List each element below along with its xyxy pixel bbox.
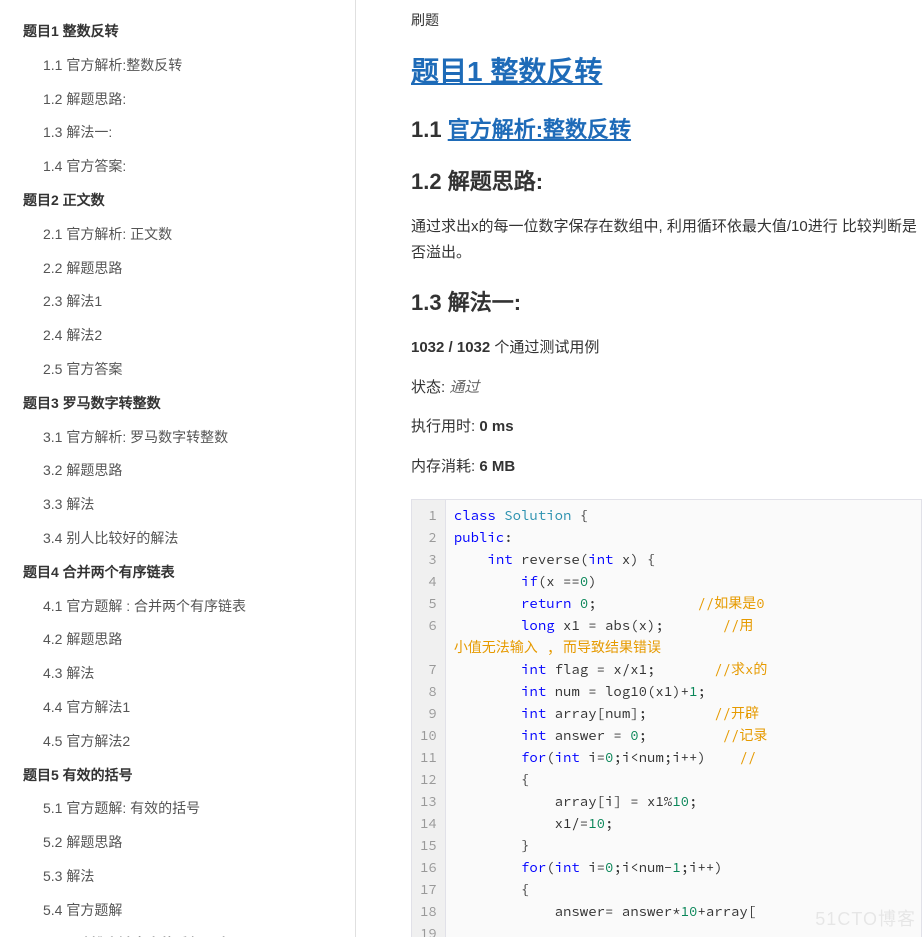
toc-item[interactable]: 1.4 官方答案:: [0, 150, 355, 184]
tests-passed: 1032 / 1032 个通过测试用例: [411, 335, 922, 361]
toc-item[interactable]: 2.2 解题思路: [0, 252, 355, 286]
toc-item[interactable]: 5.1 官方题解: 有效的括号: [0, 792, 355, 826]
toc-item[interactable]: 题目5 有效的括号: [0, 759, 355, 793]
toc-item[interactable]: 题目2 正文数: [0, 184, 355, 218]
toc-item[interactable]: 3.1 官方解析: 罗马数字转整数: [0, 421, 355, 455]
status-label: 状态:: [411, 379, 449, 396]
toc-item[interactable]: 2.3 解法1: [0, 285, 355, 319]
toc-item[interactable]: 1.1 官方解析:整数反转: [0, 49, 355, 83]
toc-item[interactable]: 3.4 别人比较好的解法: [0, 522, 355, 556]
mem-line: 内存消耗: 6 MB: [411, 454, 922, 480]
mem-value: 6 MB: [479, 458, 515, 475]
toc-item[interactable]: 4.1 官方题解 : 合并两个有序链表: [0, 590, 355, 624]
toc-item[interactable]: 5.3 解法: [0, 860, 355, 894]
toc-item[interactable]: 2.1 官方解析: 正文数: [0, 218, 355, 252]
official-analysis-link[interactable]: 官方解析:整数反转: [448, 117, 631, 142]
time-label: 执行用时:: [411, 418, 479, 435]
toc-item[interactable]: 4.2 解题思路: [0, 623, 355, 657]
section-prefix: 1.1: [411, 117, 448, 142]
section-1-2: 1.2 解题思路:: [411, 164, 922, 196]
tests-count: 1032 / 1032: [411, 339, 490, 356]
breadcrumb: 刷题: [411, 10, 922, 30]
toc-item[interactable]: 1.3 解法一:: [0, 116, 355, 150]
section-1-3: 1.3 解法一:: [411, 285, 922, 317]
toc-item[interactable]: 题目3 罗马数字转整数: [0, 387, 355, 421]
code-content: class Solution {public: int reverse(int …: [446, 500, 921, 937]
toc-item[interactable]: 1.2 解题思路:: [0, 83, 355, 117]
toc-item[interactable]: 5.2 解题思路: [0, 826, 355, 860]
toc-item[interactable]: 5.4 官方题解: [0, 894, 355, 928]
toc-item[interactable]: 2.4 解法2: [0, 319, 355, 353]
code-gutter: 1 2 3 4 5 6 7 8 9 10 11 12 13 14 15 16 1…: [412, 500, 446, 937]
toc-item[interactable]: 3.3 解法: [0, 488, 355, 522]
mem-label: 内存消耗:: [411, 458, 479, 475]
toc-item[interactable]: 4.4 官方解法1: [0, 691, 355, 725]
main-content: 刷题 题目1 整数反转 1.1 官方解析:整数反转 1.2 解题思路: 通过求出…: [356, 0, 922, 937]
toc-item[interactable]: 题目4 合并两个有序链表: [0, 556, 355, 590]
toc-item[interactable]: 2.5 官方答案: [0, 353, 355, 387]
tests-tail: 个通过测试用例: [490, 339, 599, 356]
sidebar-toc[interactable]: 题目1 整数反转1.1 官方解析:整数反转1.2 解题思路:1.3 解法一:1.…: [0, 0, 355, 937]
solution-idea: 通过求出x的每一位数字保存在数组中, 利用循环依最大值/10进行 比较判断是否溢…: [411, 214, 922, 265]
toc-item[interactable]: 题目1 整数反转: [0, 15, 355, 49]
toc-item[interactable]: 3.2 解题思路: [0, 454, 355, 488]
status-value: 通过: [449, 379, 479, 396]
status-line: 状态: 通过: [411, 375, 922, 401]
time-value: 0 ms: [479, 418, 513, 435]
time-line: 执行用时: 0 ms: [411, 414, 922, 440]
code-block: 1 2 3 4 5 6 7 8 9 10 11 12 13 14 15 16 1…: [411, 499, 922, 937]
section-1-1: 1.1 官方解析:整数反转: [411, 112, 922, 144]
toc-item[interactable]: 4.3 解法: [0, 657, 355, 691]
toc-item[interactable]: 4.5 官方解法2: [0, 725, 355, 759]
toc-item[interactable]: 题目6 删除排序链表中的重复元素: [0, 928, 355, 937]
problem-title[interactable]: 题目1 整数反转: [411, 50, 922, 90]
